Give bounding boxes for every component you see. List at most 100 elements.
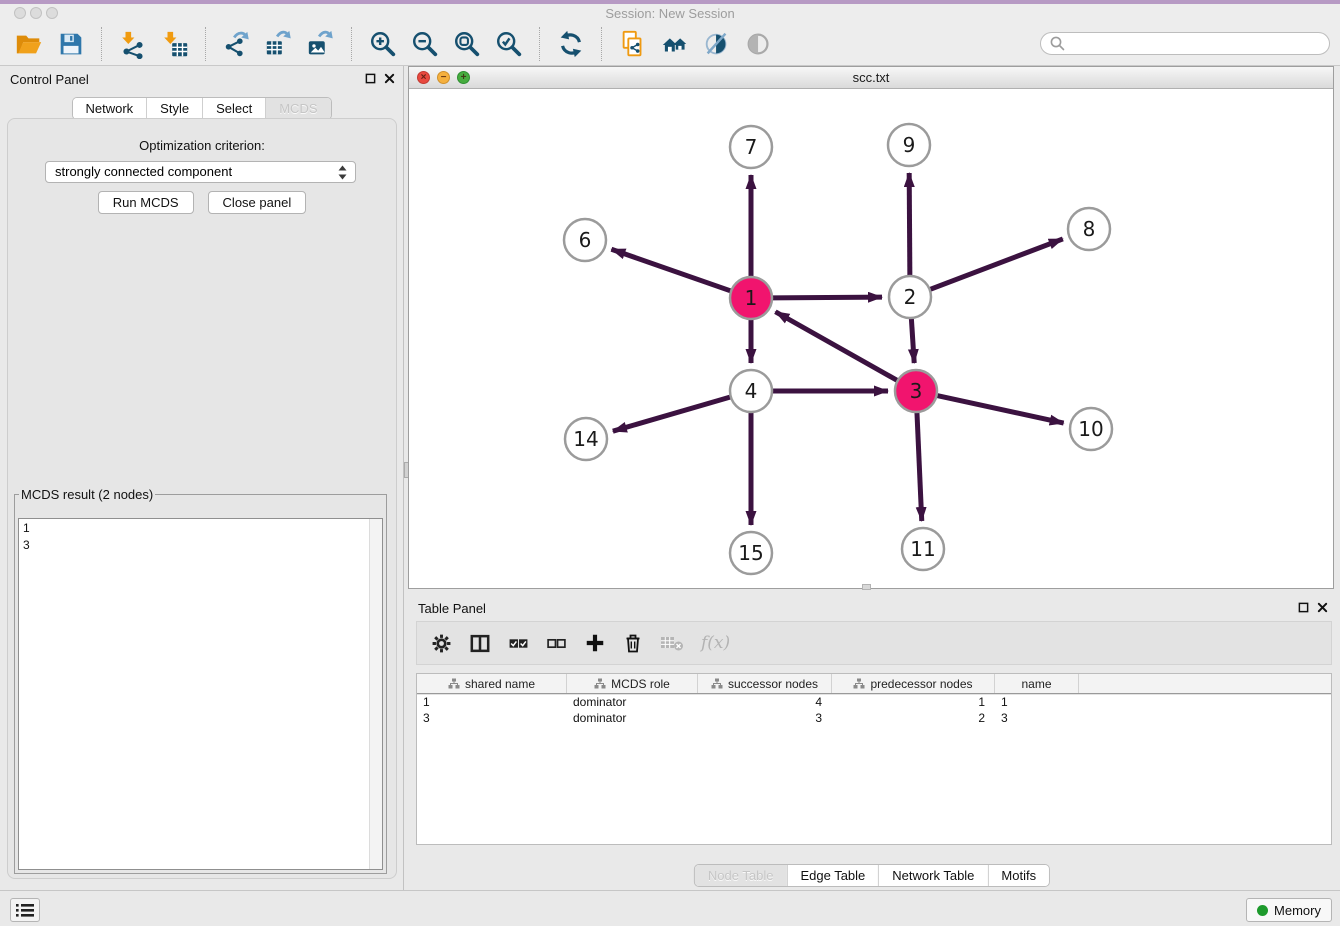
tab-style[interactable]: Style <box>146 98 202 119</box>
tab-node-table[interactable]: Node Table <box>695 865 787 886</box>
tab-edge-table[interactable]: Edge Table <box>786 865 878 886</box>
close-panel-icon[interactable] <box>384 73 395 84</box>
column-header-name[interactable]: name <box>995 674 1079 693</box>
window-close-button[interactable] <box>14 7 26 19</box>
show-details-eye-icon[interactable] <box>742 27 776 61</box>
memory-button[interactable]: Memory <box>1246 898 1332 922</box>
window-title: Session: New Session <box>0 4 1340 23</box>
run-mcds-button[interactable]: Run MCDS <box>98 191 194 214</box>
graph-node-14[interactable]: 14 <box>565 418 607 460</box>
zoom-fit-icon[interactable] <box>450 27 484 61</box>
table-settings-gear-icon[interactable] <box>431 633 452 654</box>
hide-style-icon[interactable] <box>700 27 734 61</box>
add-column-icon[interactable] <box>584 632 606 654</box>
column-tree-icon <box>711 678 723 689</box>
search-input[interactable] <box>1040 32 1330 55</box>
window-minimize-button[interactable] <box>30 7 42 19</box>
graph-node-15[interactable]: 15 <box>730 532 772 574</box>
table-cell[interactable]: 4 <box>698 694 832 710</box>
column-header-label: successor nodes <box>728 677 818 691</box>
column-header-shared-name[interactable]: shared name <box>417 674 567 693</box>
optimization-criterion-select[interactable]: strongly connected component <box>45 161 356 183</box>
network-window-titlebar[interactable]: × − + scc.txt <box>409 67 1333 89</box>
zoom-selected-icon[interactable] <box>492 27 526 61</box>
graph-edge-2-9 <box>909 173 910 276</box>
select-all-icon[interactable] <box>508 633 529 654</box>
table-cell[interactable]: 3 <box>417 710 567 726</box>
zoom-in-icon[interactable] <box>366 27 400 61</box>
column-tree-icon <box>853 678 865 689</box>
table-cell[interactable]: 1 <box>995 694 1079 710</box>
tab-mcds[interactable]: MCDS <box>265 98 330 119</box>
function-builder-icon[interactable]: f(x) <box>701 633 730 653</box>
float-table-panel-icon[interactable] <box>1298 602 1309 613</box>
graph-node-label: 2 <box>904 285 917 309</box>
network-window-resize-handle[interactable] <box>862 584 871 590</box>
network-canvas[interactable]: 7 9 6 8 1 2 4 3 14 10 15 11 <box>409 89 1333 588</box>
control-panel-tabs: NetworkStyleSelectMCDS <box>71 97 331 120</box>
table-cell[interactable]: 3 <box>698 710 832 726</box>
main-titlebar: Session: New Session <box>0 4 1340 23</box>
column-header-MCDS-role[interactable]: MCDS role <box>567 674 698 693</box>
table-cell[interactable]: dominator <box>567 710 698 726</box>
graph-node-10[interactable]: 10 <box>1070 408 1112 450</box>
refresh-layout-icon[interactable] <box>554 27 588 61</box>
delete-column-icon[interactable] <box>623 632 643 654</box>
table-cell[interactable]: 2 <box>832 710 995 726</box>
table-cell[interactable]: 1 <box>417 694 567 710</box>
column-header-label: predecessor nodes <box>870 677 972 691</box>
graph-node-3[interactable]: 3 <box>895 370 937 412</box>
column-tree-icon <box>448 678 460 689</box>
graph-edge-2-8 <box>930 239 1063 290</box>
window-zoom-button[interactable] <box>46 7 58 19</box>
export-network-icon[interactable] <box>220 27 254 61</box>
network-overview-icon[interactable] <box>658 27 692 61</box>
graph-node-4[interactable]: 4 <box>730 370 772 412</box>
clone-network-icon[interactable] <box>616 27 650 61</box>
graph-node-2[interactable]: 2 <box>889 276 931 318</box>
task-history-button[interactable] <box>10 898 40 922</box>
network-window-maximize-button[interactable]: + <box>457 71 470 84</box>
delete-table-icon[interactable] <box>660 634 684 652</box>
table-cell[interactable]: dominator <box>567 694 698 710</box>
export-image-icon[interactable] <box>304 27 338 61</box>
table-cell[interactable]: 3 <box>995 710 1079 726</box>
result-scrollbar[interactable] <box>369 519 382 869</box>
tab-select[interactable]: Select <box>202 98 265 119</box>
network-window-minimize-button[interactable]: − <box>437 71 450 84</box>
graph-node-8[interactable]: 8 <box>1068 208 1110 250</box>
table-toolbar: f(x) <box>416 621 1332 665</box>
tab-network-table[interactable]: Network Table <box>878 865 987 886</box>
float-panel-icon[interactable] <box>365 73 376 84</box>
status-bar: Memory <box>0 890 1340 926</box>
close-table-panel-icon[interactable] <box>1317 602 1328 613</box>
table-row[interactable]: 1dominator411 <box>417 694 1331 710</box>
column-header-predecessor-nodes[interactable]: predecessor nodes <box>832 674 995 693</box>
column-header-successor-nodes[interactable]: successor nodes <box>698 674 832 693</box>
tab-motifs[interactable]: Motifs <box>987 865 1049 886</box>
table-panel-tabs: Node TableEdge TableNetwork TableMotifs <box>694 864 1050 887</box>
tab-network[interactable]: Network <box>72 98 146 119</box>
show-column-icon[interactable] <box>469 633 491 654</box>
mcds-result-text: 1 3 <box>19 519 369 869</box>
close-panel-button[interactable]: Close panel <box>208 191 307 214</box>
save-session-icon[interactable] <box>54 27 88 61</box>
graph-node-1[interactable]: 1 <box>730 277 772 319</box>
zoom-out-icon[interactable] <box>408 27 442 61</box>
table-header-row: shared name MCDS role successor nodes pr… <box>417 674 1331 694</box>
graph-node-9[interactable]: 9 <box>888 124 930 166</box>
network-window-close-button[interactable]: × <box>417 71 430 84</box>
graph-node-7[interactable]: 7 <box>730 126 772 168</box>
graph-edge-3-10 <box>937 395 1064 423</box>
table-row[interactable]: 3dominator323 <box>417 710 1331 726</box>
export-table-icon[interactable] <box>262 27 296 61</box>
graph-node-6[interactable]: 6 <box>564 219 606 261</box>
table-panel: Table Panel f(x) shared name MCDS role <box>408 595 1336 890</box>
open-session-icon[interactable] <box>12 27 46 61</box>
deselect-all-icon[interactable] <box>546 633 567 654</box>
import-network-icon[interactable] <box>116 27 150 61</box>
table-cell[interactable]: 1 <box>832 694 995 710</box>
import-table-icon[interactable] <box>158 27 192 61</box>
graph-node-11[interactable]: 11 <box>902 528 944 570</box>
control-panel: Control Panel NetworkStyleSelectMCDS Opt… <box>0 66 403 890</box>
